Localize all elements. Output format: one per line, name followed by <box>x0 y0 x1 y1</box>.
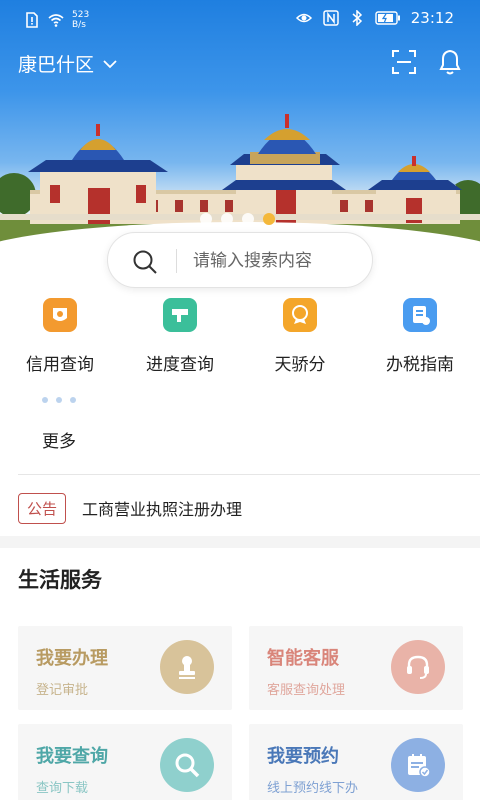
section-separator <box>0 536 480 548</box>
quick-item-score[interactable]: 天骄分 <box>240 298 360 375</box>
headset-icon <box>391 640 445 694</box>
card-title: 智能客服 <box>267 648 339 669</box>
credit-icon <box>43 298 77 332</box>
card-title: 我要办理 <box>36 648 108 669</box>
search-bar[interactable] <box>107 232 373 288</box>
card-appointment[interactable]: 我要预约 线上预约线下办 <box>249 724 463 800</box>
divider <box>18 474 480 475</box>
quick-item-label: 办税指南 <box>386 355 454 375</box>
card-subtitle: 线上预约线下办 <box>267 781 359 796</box>
score-icon <box>283 298 317 332</box>
clock: 23:12 <box>410 9 454 27</box>
notice-text[interactable]: 工商营业执照注册办理 <box>82 496 242 520</box>
carousel-dot[interactable] <box>242 213 254 225</box>
search-icon <box>160 738 214 792</box>
network-speed: 523 B/s <box>72 10 89 30</box>
card-query[interactable]: 我要查询 查询下载 <box>18 724 232 800</box>
carousel-indicator <box>200 213 275 225</box>
carousel-dot[interactable] <box>221 213 233 225</box>
quick-item-label: 天骄分 <box>274 355 326 375</box>
wifi-icon <box>48 14 64 27</box>
search-icon <box>133 250 157 274</box>
quick-item-progress[interactable]: 进度查询 <box>120 298 240 375</box>
carousel-dot-active[interactable] <box>263 213 275 225</box>
network-speed-value: 523 <box>72 10 90 20</box>
district-selector[interactable]: 康巴什区 <box>18 50 118 77</box>
network-speed-unit: B/s <box>72 20 86 30</box>
bluetooth-icon <box>352 10 362 26</box>
chevron-down-icon <box>103 59 117 68</box>
calendar-icon <box>391 738 445 792</box>
app-header: 康巴什区 <box>0 42 480 84</box>
card-subtitle: 查询下载 <box>36 781 89 796</box>
quick-item-tax-guide[interactable]: 办税指南 <box>360 298 480 375</box>
sim-alert-icon <box>26 12 38 28</box>
card-subtitle: 客服查询处理 <box>267 683 346 698</box>
eye-icon <box>295 13 312 23</box>
card-title: 我要预约 <box>267 746 339 767</box>
stamp-icon <box>160 640 214 694</box>
notice-tag: 公告 <box>18 492 67 524</box>
quick-item-label: 进度查询 <box>146 355 214 375</box>
tax-guide-icon <box>403 298 437 332</box>
progress-icon <box>163 298 197 332</box>
scan-icon[interactable] <box>391 49 417 75</box>
more-button[interactable]: 更多 <box>20 397 100 452</box>
more-label: 更多 <box>42 432 76 452</box>
quick-item-credit[interactable]: 信用查询 <box>0 298 120 375</box>
search-input[interactable] <box>193 247 363 275</box>
district-label: 康巴什区 <box>18 54 95 76</box>
more-dots-icon <box>42 397 100 403</box>
carousel-dot[interactable] <box>200 213 212 225</box>
battery-icon <box>375 11 400 25</box>
notice-bar[interactable]: 公告 工商营业执照注册办理 <box>18 490 468 526</box>
quick-item-label: 信用查询 <box>26 355 94 375</box>
search-divider <box>176 249 177 273</box>
bell-icon[interactable] <box>436 47 464 77</box>
nfc-icon <box>323 10 339 26</box>
card-handle[interactable]: 我要办理 登记审批 <box>18 626 232 710</box>
card-title: 我要查询 <box>36 746 108 767</box>
status-bar: 523 B/s 23:12 <box>0 0 480 38</box>
card-subtitle: 登记审批 <box>36 683 89 698</box>
card-smart-service[interactable]: 智能客服 客服查询处理 <box>249 626 463 710</box>
section-title: 生活服务 <box>18 568 102 592</box>
